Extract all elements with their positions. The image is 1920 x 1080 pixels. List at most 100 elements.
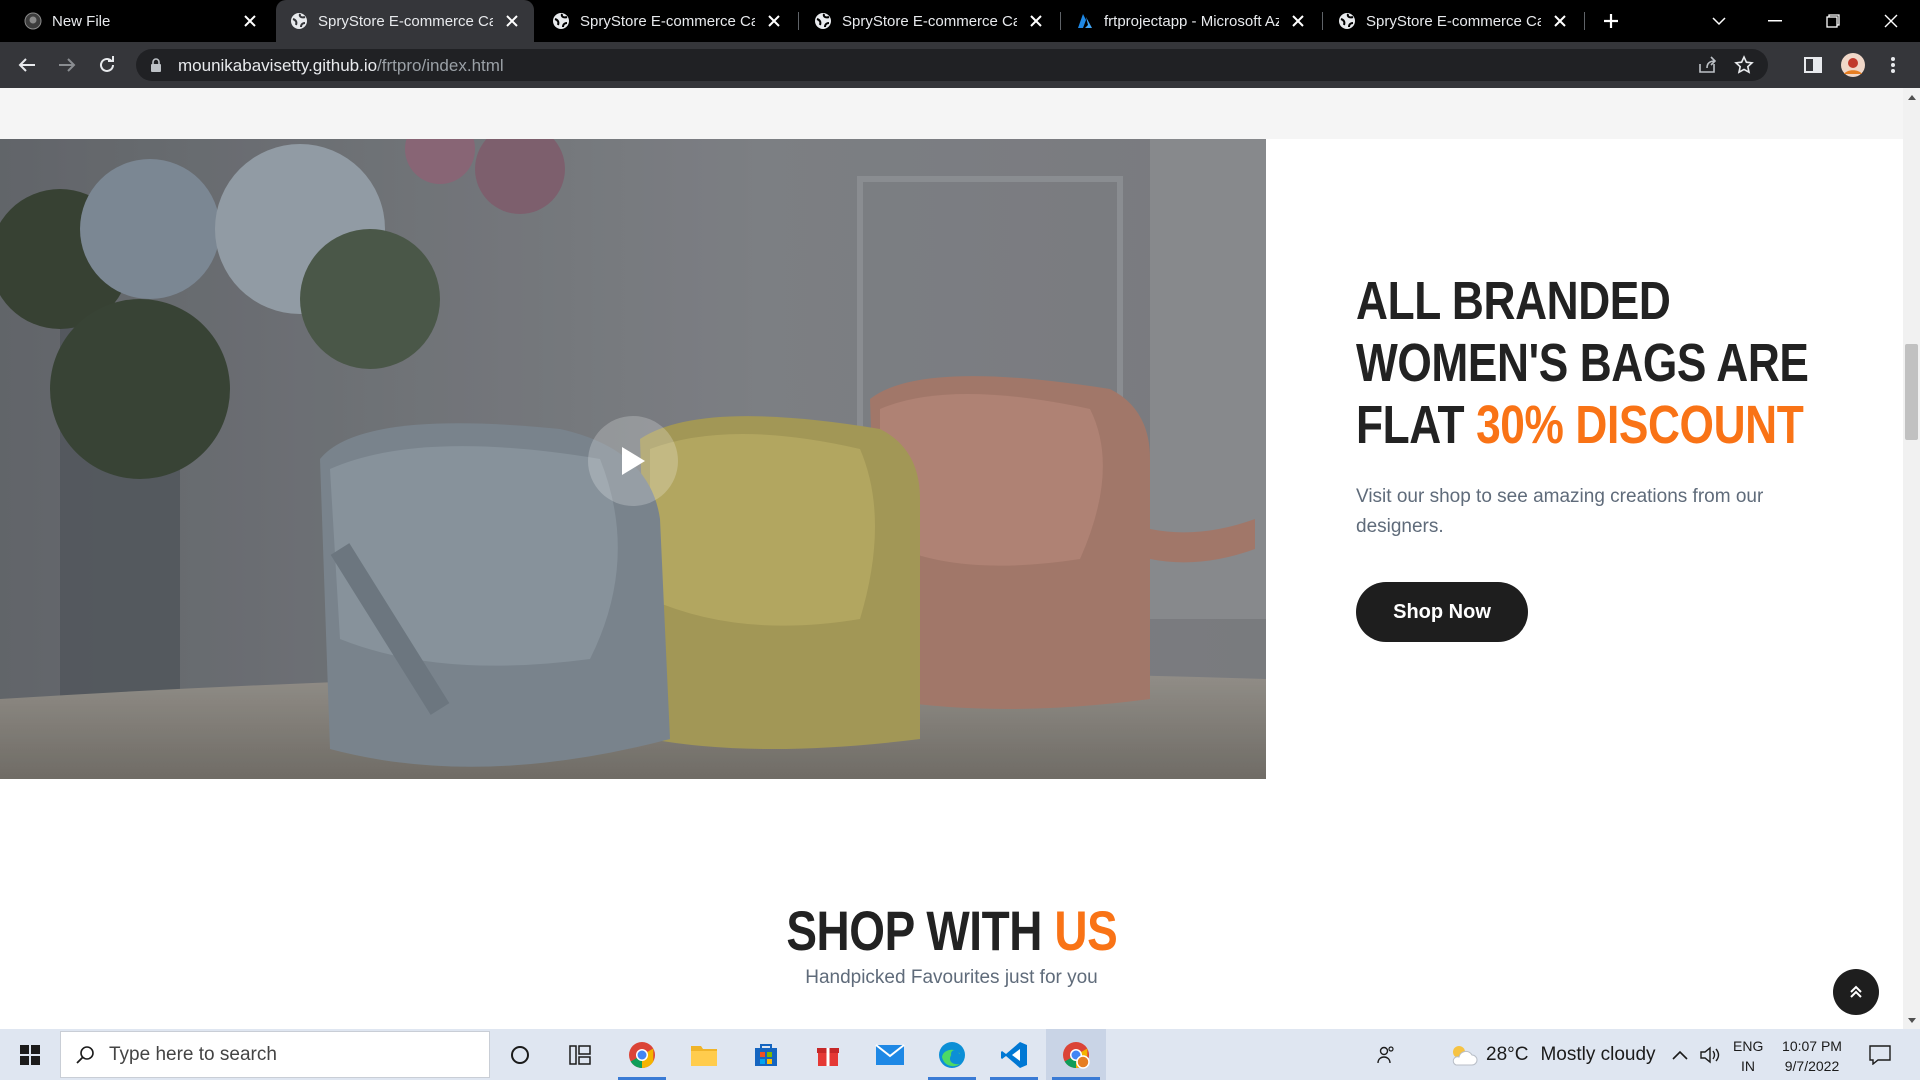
tab-separator [1060,12,1061,30]
weather-widget[interactable]: 28°C Mostly cloudy [1448,1029,1656,1080]
browser-toolbar: mounikabavisetty.github.io/frtpro/index.… [0,42,1920,88]
scroll-to-top-button[interactable] [1833,969,1879,1015]
restore-icon[interactable] [1810,0,1856,42]
lock-icon[interactable] [150,58,162,77]
globe-icon [552,12,570,30]
region-code: IN [1741,1058,1755,1074]
chevron-up-icon[interactable] [1668,1043,1692,1067]
side-panel-icon[interactable] [1799,51,1827,79]
hero-title-discount: 30% DISCOUNT [1476,395,1804,455]
scroll-up-arrow-icon[interactable] [1903,88,1920,105]
window-close-icon[interactable] [1868,0,1914,42]
taskbar-gift-app[interactable] [798,1029,858,1080]
more-menu-icon[interactable] [1879,51,1907,79]
scroll-down-arrow-icon[interactable] [1903,1012,1920,1029]
folder-icon [691,1045,717,1066]
profile-avatar[interactable] [1839,51,1867,79]
url-text[interactable]: mounikabavisetty.github.io/frtpro/index.… [178,56,504,76]
taskbar-file-explorer-app[interactable] [674,1029,734,1080]
double-chevron-up-icon [1850,985,1862,998]
minimize-icon[interactable] [1752,0,1798,42]
shop-section-subtitle: Handpicked Favourites just for you [805,967,1098,988]
tab-title: frtprojectapp - Microsoft Azure [1104,12,1279,30]
shop-section-heading: SHOP WITH US Handpicked Favourites just … [0,898,1903,989]
task-view-icon [569,1044,591,1065]
hero-title-line: FLAT [1356,395,1477,455]
taskbar-search-box[interactable]: Type here to search [60,1031,490,1078]
tab-separator [798,12,799,30]
partly-cloudy-icon [1448,1043,1478,1067]
address-bar[interactable]: mounikabavisetty.github.io/frtpro/index.… [136,49,1768,81]
tab-sprystore[interactable]: SpryStore E-commerce Catalog [538,0,796,42]
people-icon[interactable] [1374,1043,1398,1067]
top-section-band [0,88,1903,139]
taskbar-chrome-profile-app[interactable] [1046,1029,1106,1080]
taskbar-store-app[interactable] [736,1029,796,1080]
close-icon[interactable] [502,11,522,31]
tab-title: SpryStore E-commerce Catalog [580,12,755,30]
chrome-icon [629,1041,655,1068]
hero-bags-image [0,139,1266,779]
hero-description: Visit our shop to see amazing creations … [1356,486,1764,537]
hero-title-line: ALL BRANDED [1356,271,1671,331]
new-tab-button[interactable] [1598,8,1624,34]
tab-new-file[interactable]: New File [10,0,272,42]
reload-icon[interactable] [93,51,121,79]
input-language-indicator[interactable]: ENG IN [1733,1036,1763,1076]
share-icon[interactable] [1698,56,1718,79]
tab-title: SpryStore E-commerce Catalog [1366,12,1541,30]
scrollbar-thumb[interactable] [1905,344,1918,440]
shop-section-title: SHOP WITH US [786,898,1117,963]
task-view-button[interactable] [550,1029,610,1080]
tab-sprystore[interactable]: SpryStore E-commerce Catalog [1324,0,1582,42]
page-scrollbar[interactable] [1903,88,1920,1029]
taskbar-edge-app[interactable] [922,1029,982,1080]
tab-sprystore-active[interactable]: SpryStore E-commerce Catalog [276,0,534,42]
cortana-circle-icon [511,1045,529,1064]
close-icon[interactable] [1550,11,1570,31]
play-video-button[interactable] [588,416,678,506]
hero-copy: ALL BRANDED WOMEN'S BAGS ARE FLAT 30% DISC… [1356,270,1816,642]
tab-azure[interactable]: frtprojectapp - Microsoft Azure [1062,0,1320,42]
close-icon[interactable] [1288,11,1308,31]
tab-separator [1322,12,1323,30]
globe-icon [1338,12,1356,30]
windows-taskbar: Type here to search 28°C Mostly cloudy E… [0,1029,1920,1080]
notifications-icon[interactable] [1868,1043,1892,1067]
taskbar-chrome-app[interactable] [612,1029,672,1080]
search-icon [75,1045,95,1065]
windows-logo-icon [20,1044,40,1065]
volume-icon[interactable] [1698,1043,1722,1067]
tab-title: New File [52,12,111,30]
hero-title-line: WOMEN'S BAGS ARE [1356,333,1809,393]
cortana-button[interactable] [490,1029,550,1080]
taskbar-mail-app[interactable] [860,1029,920,1080]
chrome-profile-icon [1063,1041,1090,1069]
tab-title: SpryStore E-commerce Catalog [318,12,493,30]
shop-title-accent: US [1054,899,1117,962]
weather-temperature: 28°C [1486,1043,1529,1065]
bookmark-star-icon[interactable] [1734,55,1754,80]
clock-date: 9/7/2022 [1784,1058,1840,1074]
tab-search-chevron-icon[interactable] [1696,0,1742,42]
hero-title: ALL BRANDED WOMEN'S BAGS ARE FLAT 30% DISC… [1356,270,1815,456]
windows-start-button[interactable] [0,1029,60,1080]
weather-description: Mostly cloudy [1540,1043,1656,1065]
system-clock[interactable]: 10:07 PM 9/7/2022 [1776,1036,1848,1076]
tab-separator [1584,12,1585,30]
azure-icon [1076,12,1094,30]
close-icon[interactable] [764,11,784,31]
language-code: ENG [1733,1038,1764,1054]
clock-time: 10:07 PM [1782,1038,1842,1054]
shop-now-button[interactable]: Shop Now [1356,582,1528,642]
close-icon[interactable] [240,11,260,31]
tab-sprystore[interactable]: SpryStore E-commerce Catalog [800,0,1058,42]
gift-icon [817,1047,839,1066]
back-icon[interactable] [13,51,41,79]
taskbar-vscode-app[interactable] [984,1029,1044,1080]
globe-icon [290,12,308,30]
forward-icon[interactable] [53,51,81,79]
edge-icon [939,1041,965,1068]
close-icon[interactable] [1026,11,1046,31]
globe-icon [814,12,832,30]
